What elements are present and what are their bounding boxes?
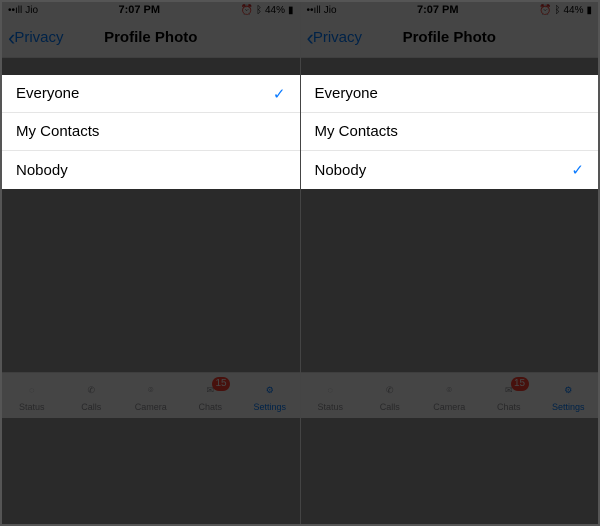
option-label: Everyone — [16, 85, 79, 102]
tab-bar: ◌Status ✆Calls ⌾Camera ✉15Chats ⚙Setting… — [2, 372, 300, 418]
tab-label: Camera — [135, 402, 167, 412]
tab-label: Settings — [552, 402, 585, 412]
check-icon: ✓ — [273, 85, 286, 103]
phone-right: ••ıll Jio 7:07 PM ⏰ ᛒ 44% ▮ ‹ Privacy Pr… — [300, 2, 599, 524]
option-label: My Contacts — [16, 123, 99, 140]
calls-icon: ✆ — [379, 379, 401, 401]
tab-status[interactable]: ◌Status — [301, 379, 361, 412]
tab-calls[interactable]: ✆Calls — [360, 379, 420, 412]
settings-icon: ⚙ — [557, 379, 579, 401]
badge: 15 — [212, 377, 230, 391]
option-nobody[interactable]: Nobody — [2, 151, 300, 189]
back-label: Privacy — [14, 29, 63, 46]
alarm-icon: ⏰ — [539, 5, 551, 16]
status-bar: ••ıll Jio 7:07 PM ⏰ ᛒ 44% ▮ — [301, 2, 599, 18]
tab-chats[interactable]: ✉15Chats — [479, 379, 539, 412]
privacy-options-list: Everyone My Contacts Nobody ✓ — [301, 75, 599, 189]
option-label: Everyone — [315, 85, 378, 102]
check-icon: ✓ — [571, 161, 584, 179]
bluetooth-icon: ᛒ — [256, 5, 262, 16]
phone-left: ••ıll Jio 7:07 PM ⏰ ᛒ 44% ▮ ‹ Privacy Pr… — [2, 2, 300, 524]
alarm-icon: ⏰ — [241, 5, 253, 16]
option-my-contacts[interactable]: My Contacts — [301, 113, 599, 151]
carrier-label: Jio — [324, 5, 337, 16]
bluetooth-icon: ᛒ — [554, 5, 560, 16]
screenshot-frame: ••ıll Jio 7:07 PM ⏰ ᛒ 44% ▮ ‹ Privacy Pr… — [0, 0, 600, 526]
tab-calls[interactable]: ✆Calls — [62, 379, 122, 412]
battery-label: 44% — [265, 5, 285, 16]
page-title: Profile Photo — [104, 29, 197, 46]
tab-camera[interactable]: ⌾Camera — [121, 379, 181, 412]
back-label: Privacy — [313, 29, 362, 46]
back-button[interactable]: ‹ Privacy — [307, 27, 363, 49]
tab-label: Calls — [81, 402, 101, 412]
tab-settings[interactable]: ⚙Settings — [240, 379, 300, 412]
clock: 7:07 PM — [417, 4, 459, 16]
clock: 7:07 PM — [118, 4, 160, 16]
tab-label: Calls — [380, 402, 400, 412]
status-icon: ◌ — [319, 379, 341, 401]
option-nobody[interactable]: Nobody ✓ — [301, 151, 599, 189]
calls-icon: ✆ — [80, 379, 102, 401]
tab-label: Status — [317, 402, 343, 412]
page-title: Profile Photo — [403, 29, 496, 46]
option-label: Nobody — [315, 162, 367, 179]
back-button[interactable]: ‹ Privacy — [8, 27, 64, 49]
tab-bar: ◌Status ✆Calls ⌾Camera ✉15Chats ⚙Setting… — [301, 372, 599, 418]
tab-label: Chats — [497, 402, 521, 412]
battery-label: 44% — [563, 5, 583, 16]
option-label: My Contacts — [315, 123, 398, 140]
battery-icon: ▮ — [586, 5, 592, 16]
phone-dimmed-bg: ••ıll Jio 7:07 PM ⏰ ᛒ 44% ▮ ‹ Privacy Pr… — [2, 2, 300, 418]
nav-bar: ‹ Privacy Profile Photo — [2, 18, 300, 58]
signal-icon: ••ıll — [8, 5, 22, 16]
tab-settings[interactable]: ⚙Settings — [539, 379, 599, 412]
camera-icon: ⌾ — [140, 379, 162, 401]
phone-dimmed-bg: ••ıll Jio 7:07 PM ⏰ ᛒ 44% ▮ ‹ Privacy Pr… — [301, 2, 599, 418]
tab-status[interactable]: ◌Status — [2, 379, 62, 412]
badge: 15 — [511, 377, 529, 391]
status-icon: ◌ — [21, 379, 43, 401]
privacy-options-list: Everyone ✓ My Contacts Nobody — [2, 75, 300, 189]
option-everyone[interactable]: Everyone ✓ — [2, 75, 300, 113]
tab-chats[interactable]: ✉15Chats — [181, 379, 241, 412]
carrier-label: Jio — [25, 5, 38, 16]
tab-camera[interactable]: ⌾Camera — [420, 379, 480, 412]
tab-label: Settings — [253, 402, 286, 412]
option-label: Nobody — [16, 162, 68, 179]
status-bar: ••ıll Jio 7:07 PM ⏰ ᛒ 44% ▮ — [2, 2, 300, 18]
settings-icon: ⚙ — [259, 379, 281, 401]
option-everyone[interactable]: Everyone — [301, 75, 599, 113]
option-my-contacts[interactable]: My Contacts — [2, 113, 300, 151]
tab-label: Chats — [198, 402, 222, 412]
camera-icon: ⌾ — [438, 379, 460, 401]
signal-icon: ••ıll — [307, 5, 321, 16]
tab-label: Status — [19, 402, 45, 412]
tab-label: Camera — [433, 402, 465, 412]
nav-bar: ‹ Privacy Profile Photo — [301, 18, 599, 58]
battery-icon: ▮ — [288, 5, 294, 16]
